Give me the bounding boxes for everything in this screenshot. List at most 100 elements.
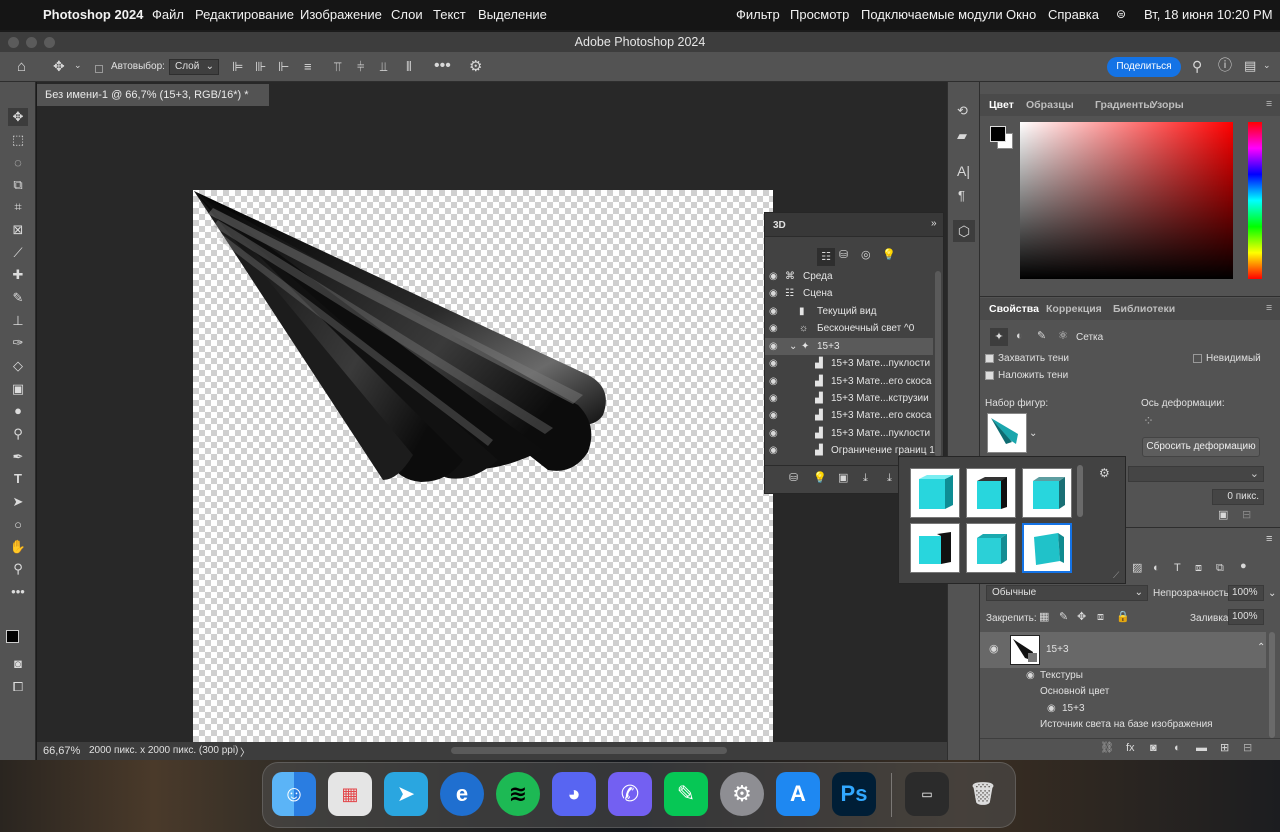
menu-view[interactable]: Просмотр [790,7,849,22]
healing-brush-icon[interactable]: ✚ [8,266,28,284]
3d-row-infinite-light[interactable]: ◉ ☼ Бесконечный свет ^0 [765,320,935,337]
3d-row-environment[interactable]: ◉ ⌘ Среда [765,268,935,285]
filter-shape-icon[interactable]: ⧈ [1195,563,1202,574]
zoom-window-button[interactable] [44,37,55,48]
menu-select[interactable]: Выделение [478,7,547,22]
discord-icon[interactable]: ◕ [552,772,596,816]
document-info[interactable]: 2000 пикс. x 2000 пикс. (300 ppi) [89,745,238,756]
visibility-eye-icon[interactable]: ◉ [769,390,778,407]
shape-thumbnail[interactable] [1022,468,1072,518]
shape-thumbnail-selected[interactable] [1022,523,1072,573]
menu-layers[interactable]: Слои [391,7,423,22]
align-left-icon[interactable]: ⊫ [232,60,243,73]
trash-icon[interactable]: ⊟ [1242,510,1251,521]
render-icon[interactable]: ▣ [1218,510,1228,521]
3d-row-material[interactable]: ◉ ▟ 15+3 Мате...кструзии [765,390,935,407]
3d-row-scene[interactable]: ◉ ☷ Сцена [765,285,935,302]
lock-artboard-icon[interactable]: ⧈ [1097,612,1104,623]
lock-pixels-icon[interactable]: ✎ [1059,612,1068,623]
3d-row-material[interactable]: ◉ ▟ 15+3 Мате...пуклости [765,425,935,442]
3d-panel-title[interactable]: 3D [773,220,786,231]
move-tool-icon[interactable]: ✥ [8,108,28,126]
layers-scrollbar[interactable] [1269,632,1275,738]
shape-thumbnail[interactable] [910,523,960,573]
new-layer-icon[interactable]: ⊞ [1220,743,1229,754]
visibility-eye-icon[interactable]: ◉ [769,338,778,355]
tab-adjustments[interactable]: Коррекция [1046,303,1102,315]
lock-all-icon[interactable]: 🔒 [1116,612,1130,623]
chevron-down-icon[interactable]: ⌄ [74,61,82,70]
autoselect-dropdown[interactable]: Слой ⌄ [169,59,219,75]
fill-field[interactable]: 100% [1228,609,1264,625]
filter-toggle-icon[interactable]: ● [1240,561,1247,572]
layer-name[interactable]: 15+3 [1046,644,1069,655]
new-mesh-icon[interactable]: ⛁ [789,473,798,484]
resize-grip-icon[interactable]: ⟋ [1113,571,1119,580]
filter-smart-icon[interactable]: ⧉ [1216,563,1224,574]
shape-preset-thumbnail[interactable] [987,413,1027,453]
opacity-chevron-icon[interactable]: ⌄ [1268,588,1276,599]
autoselect-checkbox[interactable] [95,61,107,74]
visibility-eye-icon[interactable]: ◉ [769,285,778,302]
tab-gradients[interactable]: Градиенты [1095,99,1152,111]
document-tab[interactable]: Без имени-1 @ 66,7% (15+3, RGB/16*) * [37,84,269,106]
visibility-eye-icon[interactable]: ◉ [769,355,778,372]
visibility-eye-icon[interactable]: ◉ [769,268,778,285]
more-options-icon[interactable]: ••• [434,58,451,74]
distribute-icon[interactable]: ≡ [304,60,312,73]
horizontal-scrollbar[interactable] [451,747,727,754]
menu-plugins[interactable]: Подключаемые модули [861,7,1003,22]
notes-pen-icon[interactable]: ✎ [664,772,708,816]
deform-axis-icon[interactable]: ⁘ [1143,414,1154,427]
align-bottom-icon[interactable]: ⫫ [380,60,387,73]
gear-icon[interactable]: ⚙ [1099,467,1110,479]
app-store-icon[interactable]: A [776,772,820,816]
menu-filter[interactable]: Фильтр [736,7,780,22]
minimized-window-icon[interactable]: ▭ [905,772,949,816]
brush-tool-icon[interactable]: ✎ [8,289,28,307]
screen-mode-icon[interactable]: ⧠ [8,678,28,696]
tab-libraries[interactable]: Библиотеки [1113,303,1175,315]
collapse-chevron-icon[interactable]: ⌃ [1257,642,1265,653]
close-window-button[interactable] [8,37,19,48]
menu-file[interactable]: Файл [152,7,184,22]
popup-scrollbar[interactable] [1077,465,1083,517]
help-icon[interactable]: ⓘ [1218,58,1232,72]
finder-icon[interactable]: ☺ [272,772,316,816]
filter-adjust-icon[interactable]: ◐ [1153,563,1160,574]
share-button[interactable]: Поделиться [1107,57,1181,77]
lasso-tool-icon[interactable]: ◌ [8,154,28,172]
3d-row-mesh-selected[interactable]: ◉ ⌄ ✦ 15+3 [765,338,933,355]
menu-edit[interactable]: Редактирование [195,7,294,22]
shape-thumbnail[interactable] [966,523,1016,573]
3d-cube-icon[interactable]: ⬡ [953,220,975,242]
coordinates-icon[interactable]: ⚛ [1058,331,1068,342]
control-center-icon[interactable]: ⊜ [1116,7,1126,21]
group-icon[interactable]: ▬ [1196,743,1207,754]
character-icon[interactable]: A| [957,164,970,178]
cap-props-icon[interactable]: ✎ [1037,331,1046,342]
visibility-eye-icon[interactable]: ◉ [769,442,778,459]
visibility-eye-icon[interactable]: ◉ [769,303,778,320]
menu-help[interactable]: Справка [1048,7,1099,22]
mask-icon[interactable]: ◙ [1150,743,1157,754]
delete-icon[interactable]: ⤓ [887,473,892,484]
zoom-level[interactable]: 66,67% [43,745,80,757]
fx-icon[interactable]: fx [1126,743,1135,754]
catch-shadows-checkbox[interactable]: Наложить тени [985,370,1068,381]
stamp-tool-icon[interactable]: ⊥ [8,312,28,330]
panel-menu-icon[interactable]: ≡ [1266,302,1272,314]
collapse-panel-icon[interactable]: » [931,218,937,229]
tab-properties[interactable]: Свойства [989,303,1039,315]
photoshop-icon[interactable]: Ps [832,772,876,816]
blend-mode-dropdown[interactable]: Обычные ⌄ [986,585,1148,601]
marquee-tool-icon[interactable]: ⬚ [8,131,28,149]
crop-tool-icon[interactable]: ⌗ [8,198,28,216]
align-middle-icon[interactable]: ⫩ [357,60,364,73]
properties-dropdown[interactable]: ⌄ [1128,466,1264,482]
object-select-tool-icon[interactable]: ⧉ [8,176,28,194]
edit-toolbar-icon[interactable]: ••• [8,583,28,601]
eraser-tool-icon[interactable]: ◇ [8,357,28,375]
opacity-field[interactable]: 100% [1228,585,1264,601]
visibility-eye-icon[interactable]: ◉ [1026,671,1035,681]
